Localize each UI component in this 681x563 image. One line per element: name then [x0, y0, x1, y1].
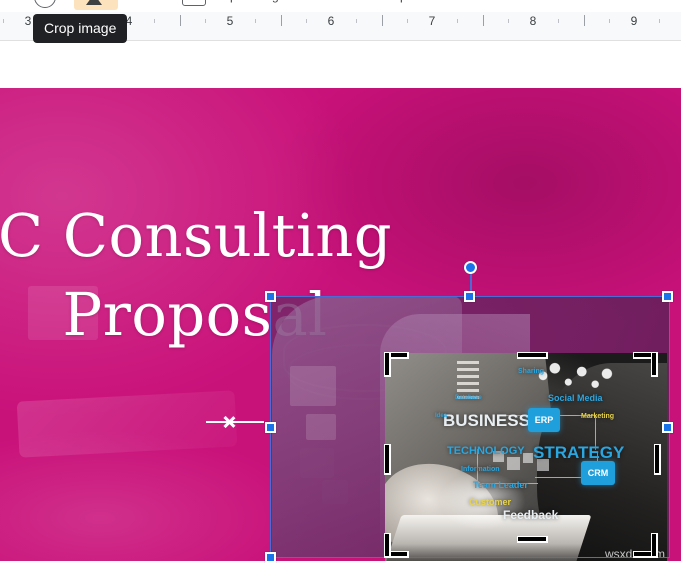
crop-image-icon: [86, 0, 102, 5]
square-cluster-2: [507, 457, 520, 470]
photo-label-marketing: Marketing: [581, 413, 615, 420]
selection-handle-top-middle[interactable]: [464, 291, 475, 302]
puzzle-piece-crm: CRM: [581, 461, 615, 485]
ruler-tick-minor: [356, 19, 357, 23]
photo-label-idea: Idea: [435, 413, 448, 419]
cropped-photo-region[interactable]: BUSINESS STRATEGY TECHNOLOGY Social Media Ma…: [385, 353, 667, 561]
crop-image-tooltip: Crop image: [33, 14, 128, 43]
photo-label-feedback: Feedback: [503, 508, 559, 522]
ruler-tick-minor: [205, 19, 206, 23]
ruler-number-6: 6: [327, 14, 335, 28]
crop-image-button[interactable]: [74, 0, 118, 10]
crop-handle-bottom-right[interactable]: [632, 532, 658, 558]
photo-label-sharing: Sharing: [518, 368, 545, 375]
selection-handle-top-right[interactable]: [662, 291, 673, 302]
ruler-number-9: 9: [630, 14, 638, 28]
ruler-tick-minor: [3, 19, 4, 23]
ruler-tick-minor: [558, 19, 559, 23]
crop-handle-bottom-left[interactable]: [383, 532, 409, 558]
ruler-tick-minor: [609, 19, 610, 23]
ruler-tick-minor: [659, 19, 660, 23]
selection-handle-right-middle[interactable]: [662, 422, 673, 433]
canvas-gap: [0, 52, 681, 88]
crop-handle-left-middle[interactable]: [383, 443, 391, 475]
photo-label-team-leader: Team Leader: [473, 480, 528, 490]
selection-handle-bottom-left[interactable]: [265, 552, 276, 563]
image-block-2: [306, 414, 336, 440]
crop-handle-right-middle[interactable]: [653, 443, 661, 475]
photo-label-customer: Customer: [469, 497, 512, 507]
drag-marker-line: [206, 421, 264, 423]
photo-label-information: Information: [461, 466, 500, 473]
ruler-tick-major: [382, 15, 383, 26]
ruler-tick-minor: [154, 19, 155, 23]
ruler-tick-major: [180, 15, 181, 26]
image-block-1: [290, 366, 336, 406]
crop-handle-bottom-middle[interactable]: [516, 535, 548, 543]
ruler-tick-minor: [508, 19, 509, 23]
selection-handle-top-left[interactable]: [265, 291, 276, 302]
crop-handle-top-left[interactable]: [383, 351, 409, 377]
crop-drag-marker[interactable]: [206, 414, 264, 430]
crop-handle-top-right[interactable]: [632, 351, 658, 377]
puzzle-piece-erp: ERP: [528, 408, 560, 432]
ruler-tick-minor: [457, 19, 458, 23]
selection-handle-left-middle[interactable]: [265, 422, 276, 433]
ruler-tick-minor: [407, 19, 408, 23]
ruler-tick-major: [584, 15, 585, 26]
background-paper-shape: [16, 390, 238, 458]
ruler-number-7: 7: [428, 14, 436, 28]
ruler-number-8: 8: [529, 14, 537, 28]
ruler-number-5: 5: [226, 14, 234, 28]
comment-icon[interactable]: [34, 0, 56, 8]
menu-remnant-2[interactable]: g: [272, 0, 279, 3]
ruler-tick-major: [281, 15, 282, 26]
rotate-handle[interactable]: [464, 261, 477, 274]
ruler-tick-minor: [306, 19, 307, 23]
ruler-tick-major: [483, 15, 484, 26]
menu-remnant-3[interactable]: p: [400, 0, 407, 3]
ruler-tick-minor: [255, 19, 256, 23]
menu-remnant-1[interactable]: p: [230, 0, 237, 3]
photo-label-social-media: Social Media: [548, 393, 603, 403]
photo-label-strategy: STRATEGY: [533, 443, 625, 462]
photo-label-technology: TECHNOLOGY: [447, 445, 525, 457]
photo-label-database: Database: [455, 395, 482, 401]
text-box-icon[interactable]: [182, 0, 206, 6]
photo-label-business: BUSINESS: [443, 411, 530, 430]
crop-handle-top-middle[interactable]: [516, 351, 548, 359]
toolbar[interactable]: p g p: [0, 0, 681, 12]
